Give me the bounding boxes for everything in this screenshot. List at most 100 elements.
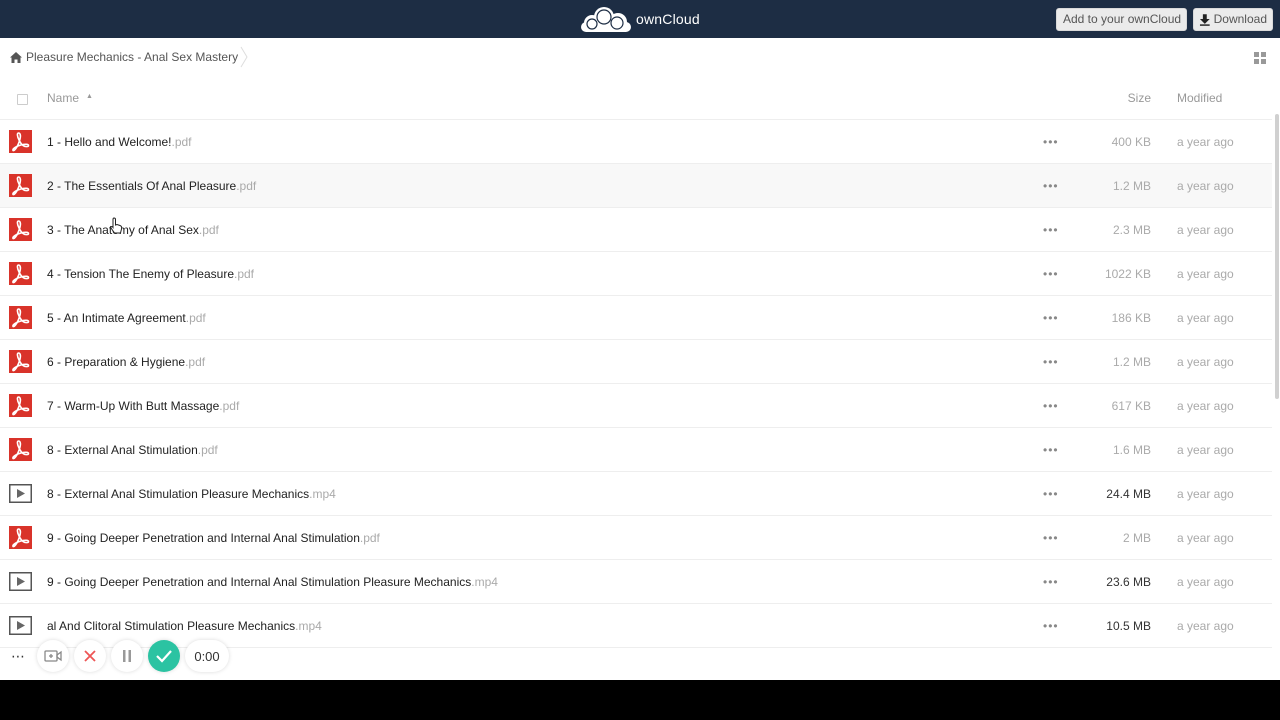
select-all-checkbox[interactable] [17, 94, 28, 105]
breadcrumb-folder[interactable]: Pleasure Mechanics - Anal Sex Mastery [26, 50, 238, 64]
table-row[interactable]: 9 - Going Deeper Penetration and Interna… [0, 560, 1272, 604]
video-file-icon [9, 614, 32, 637]
file-modified: a year ago [1177, 619, 1234, 633]
column-name[interactable]: Name [47, 91, 79, 105]
table-row[interactable]: 5 - An Intimate Agreement.pdf ••• 186 KB a … [0, 296, 1272, 340]
file-basename: 8 - External Anal Stimulation Pleasure M… [47, 487, 310, 501]
table-row[interactable]: 1 - Hello and Welcome!.pdf ••• 400 KB a yea… [0, 120, 1272, 164]
file-extension: .pdf [219, 399, 240, 413]
file-size: 186 KB [1111, 311, 1151, 325]
owncloud-logo[interactable]: ownCloud [580, 4, 700, 34]
file-name[interactable]: 7 - Warm-Up With Butt Massage.pdf [47, 399, 239, 413]
pdf-file-icon [9, 350, 32, 373]
file-basename: 8 - External Anal Stimulation [47, 443, 198, 457]
file-basename: 6 - Preparation & Hygiene [47, 355, 186, 369]
file-actions-menu-icon[interactable]: ••• [1043, 355, 1059, 369]
column-size[interactable]: Size [1128, 91, 1151, 105]
table-row[interactable]: 3 - The Anatomy of Anal Sex.pdf ••• 2.3 MB… [0, 208, 1272, 252]
file-size: 1.2 MB [1112, 355, 1151, 369]
file-extension: .pdf [198, 223, 219, 237]
close-icon [84, 650, 96, 662]
sort-ascending-icon: ▲ [86, 93, 93, 100]
file-basename: 9 - Going Deeper Penetration and Interna… [47, 575, 472, 589]
file-modified: a year ago [1177, 355, 1234, 369]
file-modified: a year ago [1177, 311, 1234, 325]
file-actions-menu-icon[interactable]: ••• [1043, 179, 1059, 193]
recorder-more-button[interactable]: ⋯ [4, 640, 32, 672]
file-table: 1 - Hello and Welcome!.pdf ••• 400 KB a yea… [0, 120, 1272, 648]
file-actions-menu-icon[interactable]: ••• [1043, 399, 1059, 413]
home-icon[interactable] [10, 51, 22, 63]
download-icon [1199, 13, 1210, 26]
pause-icon [123, 650, 131, 662]
file-name[interactable]: al And Clitoral Stimulation Pleasure Mec… [47, 619, 322, 633]
video-file-icon [9, 482, 32, 505]
recorder-camera-button[interactable] [37, 640, 69, 672]
file-actions-menu-icon[interactable]: ••• [1043, 575, 1059, 589]
file-name[interactable]: 3 - The Anatomy of Anal Sex.pdf [47, 223, 219, 237]
grid-view-icon[interactable] [1253, 51, 1267, 65]
file-name[interactable]: 1 - Hello and Welcome!.pdf [47, 135, 192, 149]
download-button[interactable]: Download [1193, 8, 1273, 31]
file-modified: a year ago [1177, 399, 1234, 413]
scrollbar[interactable] [1274, 76, 1280, 642]
checkmark-icon [156, 650, 172, 663]
breadcrumb-separator-icon [240, 46, 248, 68]
cloud-icon [581, 7, 631, 32]
file-basename: 5 - An Intimate Agreement [47, 311, 186, 325]
file-extension: .pdf [236, 179, 257, 193]
file-actions-menu-icon[interactable]: ••• [1043, 135, 1059, 149]
file-name[interactable]: 8 - External Anal Stimulation Pleasure M… [47, 487, 336, 501]
file-modified: a year ago [1177, 487, 1234, 501]
pdf-file-icon [9, 174, 32, 197]
brand-name: ownCloud [636, 11, 700, 27]
breadcrumb: Pleasure Mechanics - Anal Sex Mastery [0, 38, 1280, 76]
file-name[interactable]: 4 - Tension The Enemy of Pleasure.pdf [47, 267, 254, 281]
file-actions-menu-icon[interactable]: ••• [1043, 267, 1059, 281]
file-extension: .pdf [171, 135, 192, 149]
table-row[interactable]: 6 - Preparation & Hygiene.pdf ••• 1.2 MB a … [0, 340, 1272, 384]
table-row[interactable]: 8 - External Anal Stimulation Pleasure M… [0, 472, 1272, 516]
scrollbar-thumb[interactable] [1275, 114, 1279, 399]
camera-icon [44, 650, 62, 662]
file-actions-menu-icon[interactable]: ••• [1043, 443, 1059, 457]
file-size: 400 KB [1111, 135, 1151, 149]
file-size: 24.4 MB [1106, 487, 1151, 501]
file-basename: 2 - The Essentials Of Anal Pleasure [47, 179, 237, 193]
file-basename: al And Clitoral Stimulation Pleasure Mec… [47, 619, 296, 633]
file-name[interactable]: 6 - Preparation & Hygiene.pdf [47, 355, 205, 369]
recorder-cancel-button[interactable] [74, 640, 106, 672]
table-row[interactable]: 9 - Going Deeper Penetration and Interna… [0, 516, 1272, 560]
pdf-file-icon [9, 526, 32, 549]
file-size: 617 KB [1111, 399, 1151, 413]
file-extension: .pdf [359, 531, 380, 545]
file-actions-menu-icon[interactable]: ••• [1043, 223, 1059, 237]
file-extension: .mp4 [471, 575, 498, 589]
file-size: 2.3 MB [1112, 223, 1151, 237]
file-extension: .mp4 [295, 619, 322, 633]
file-basename: 1 - Hello and Welcome! [47, 135, 172, 149]
file-name[interactable]: 2 - The Essentials Of Anal Pleasure.pdf [47, 179, 256, 193]
file-actions-menu-icon[interactable]: ••• [1043, 619, 1059, 633]
file-list-page: Pleasure Mechanics - Anal Sex Mastery Na… [0, 38, 1280, 680]
file-name[interactable]: 8 - External Anal Stimulation.pdf [47, 443, 218, 457]
file-name[interactable]: 9 - Going Deeper Penetration and Interna… [47, 531, 380, 545]
recording-toolbar: ⋯ 0:00 [4, 638, 229, 674]
recorder-finish-button[interactable] [148, 640, 180, 672]
table-row[interactable]: 7 - Warm-Up With Butt Massage.pdf ••• 617 … [0, 384, 1272, 428]
file-name[interactable]: 9 - Going Deeper Penetration and Interna… [47, 575, 498, 589]
file-actions-menu-icon[interactable]: ••• [1043, 487, 1059, 501]
file-actions-menu-icon[interactable]: ••• [1043, 531, 1059, 545]
file-modified: a year ago [1177, 267, 1234, 281]
column-modified[interactable]: Modified [1177, 91, 1222, 105]
table-header: Name ▲ Size Modified [0, 76, 1272, 120]
file-actions-menu-icon[interactable]: ••• [1043, 311, 1059, 325]
recorder-pause-button[interactable] [111, 640, 143, 672]
add-to-owncloud-button[interactable]: Add to your ownCloud [1056, 8, 1187, 31]
file-name[interactable]: 5 - An Intimate Agreement.pdf [47, 311, 206, 325]
table-row[interactable]: 2 - The Essentials Of Anal Pleasure.pdf •… [0, 164, 1272, 208]
pdf-file-icon [9, 130, 32, 153]
table-row[interactable]: 8 - External Anal Stimulation.pdf ••• 1.6 … [0, 428, 1272, 472]
file-size: 1.6 MB [1112, 443, 1151, 457]
table-row[interactable]: 4 - Tension The Enemy of Pleasure.pdf •••… [0, 252, 1272, 296]
